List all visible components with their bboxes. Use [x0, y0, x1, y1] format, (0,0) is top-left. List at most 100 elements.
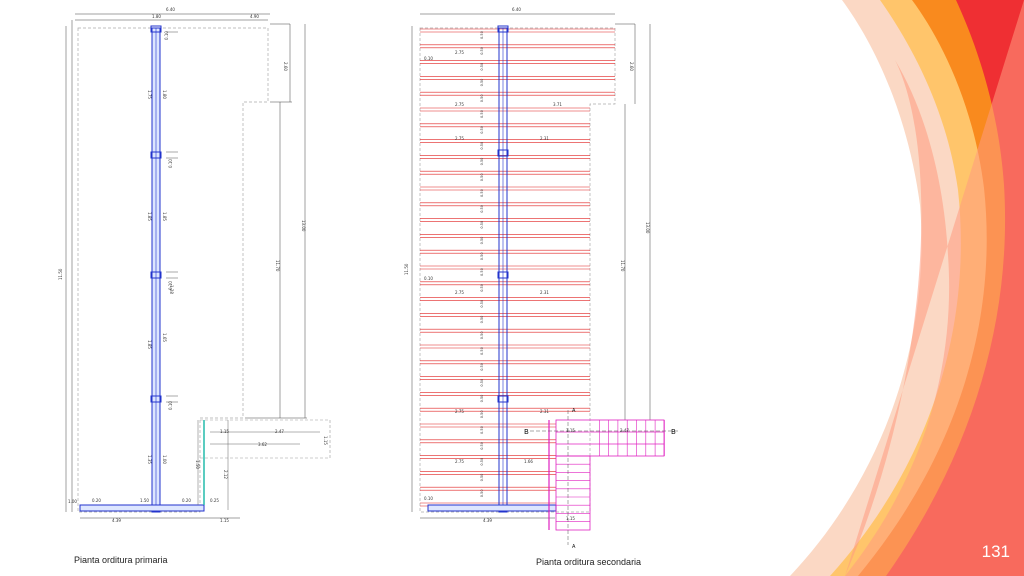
dim-label: 0.10	[168, 281, 173, 290]
joist-spacing-label: 0.50	[480, 126, 484, 134]
joist-spacing-label: 0.50	[480, 237, 484, 245]
dim-label: 2.47	[620, 428, 629, 433]
dim-label: 11.50	[58, 268, 63, 280]
dim-label: 1.66	[524, 459, 533, 464]
joist-spacing-label: 0.50	[480, 426, 484, 434]
dim-label: 0.10	[424, 56, 433, 61]
left-plan-labels: 6.40 1.80 4.90 2.60 11.50 13.00 11.70 1.…	[58, 7, 328, 523]
joist-spacing-label: 0.50	[480, 47, 484, 55]
joist-spacing-label: 0.50	[480, 94, 484, 102]
dim-label: 1.75	[147, 90, 152, 99]
dim-label: 1.00	[68, 499, 77, 504]
dim-label: 13.00	[645, 222, 650, 234]
section-label: B	[671, 428, 676, 436]
dim-label: 0.10	[168, 159, 173, 168]
dim-label: 1.85	[147, 340, 152, 349]
dim-label: 1.15	[566, 428, 575, 433]
dim-label: 1.50	[195, 460, 200, 469]
dim-label: 2.60	[629, 62, 634, 71]
dim-label: 3.62	[258, 442, 267, 447]
dim-label: 0.10	[424, 496, 433, 501]
joist-spacing-label: 0.50	[480, 79, 484, 87]
dim-label: 4.39	[483, 518, 492, 523]
dim-label: 1.15	[220, 429, 229, 434]
section-label: A	[572, 544, 576, 550]
dim-label: 0.25	[210, 498, 219, 503]
dim-label: 2.60	[283, 62, 288, 71]
joist-spacing-label: 0.50	[480, 221, 484, 229]
joist-spacing-label: 0.50	[480, 379, 484, 387]
dim-label: 0.10	[424, 276, 433, 281]
dim-label: 1.85	[147, 212, 152, 221]
dim-label: 0.20	[92, 498, 101, 503]
joist-group	[420, 28, 615, 507]
joist-spacing-label: 0.50	[480, 63, 484, 71]
joist-spacing-label: 0.50	[480, 173, 484, 181]
joist-spacing-label: 0.50	[480, 442, 484, 450]
dim-label: 2.75	[455, 50, 464, 55]
joist-spacing-labels: 0.50 0.50 0.50 0.50 0.50 0.50 0.50 0.50 0.50 0.50…	[480, 31, 484, 497]
right-plan-labels: 6.40 2.60 11.50 13.00 11.70 2.75 0.10 2.…	[404, 7, 650, 523]
dim-label: 1.80	[152, 14, 161, 19]
dim-label: 2.31	[540, 409, 549, 414]
dim-label: 0.20	[182, 498, 191, 503]
joist-spacing-label: 0.50	[480, 363, 484, 371]
dim-label: 3.71	[553, 102, 562, 107]
dim-label: 0.10	[164, 31, 169, 40]
joist-spacing-label: 0.50	[480, 189, 484, 197]
dim-label: 0.10	[168, 401, 173, 410]
dim-label: 2.75	[455, 102, 464, 107]
joist-spacing-label: 0.50	[480, 142, 484, 150]
right-plan-caption: Pianta orditura secondaria	[536, 557, 642, 567]
dim-label: 1.00	[162, 455, 167, 464]
joist-spacing-label: 0.50	[480, 347, 484, 355]
joist-spacing-label: 0.50	[480, 268, 484, 276]
right-floor-plan	[411, 13, 680, 545]
left-floor-plan	[65, 13, 331, 519]
dim-label: 1.15	[566, 516, 575, 521]
section-label: A	[572, 408, 576, 414]
dim-label: 2.75	[455, 290, 464, 295]
dim-label: 11.70	[620, 260, 625, 272]
joist-spacing-label: 0.50	[480, 474, 484, 482]
dim-label: 11.70	[275, 260, 280, 272]
section-label: B	[524, 428, 529, 436]
joist-spacing-label: 0.50	[480, 110, 484, 118]
dim-label: 2.75	[455, 409, 464, 414]
joist-spacing-label: 0.50	[480, 284, 484, 292]
dim-label: 2.31	[540, 290, 549, 295]
dim-label: 13.00	[301, 220, 306, 232]
joist-spacing-label: 0.50	[480, 205, 484, 213]
dim-label: 1.15	[323, 436, 328, 445]
left-plan-caption: Pianta orditura primaria	[74, 555, 168, 565]
dim-label: 1.50	[140, 498, 149, 503]
dim-label: 11.50	[404, 263, 409, 275]
dim-label: 2.31	[540, 136, 549, 141]
joist-spacing-label: 0.50	[480, 316, 484, 324]
joist-spacing-label: 0.50	[480, 252, 484, 260]
dim-label: 4.90	[250, 14, 259, 19]
joist-spacing-label: 0.50	[480, 158, 484, 166]
decorative-swoosh	[790, 0, 1024, 576]
page-number: 131	[981, 542, 1010, 561]
dim-label: 4.39	[112, 518, 121, 523]
joist-spacing-label: 0.50	[480, 395, 484, 403]
section-markers: B B A A	[524, 408, 676, 550]
slide-canvas: 6.40 1.80 4.90 2.60 11.50 13.00 11.70 1.…	[58, 0, 1024, 576]
joist-spacing-label: 0.50	[480, 300, 484, 308]
dim-label: 6.40	[512, 7, 521, 12]
dim-label: 2.75	[455, 136, 464, 141]
dim-label: 1.35	[147, 455, 152, 464]
dim-label: 1.85	[162, 212, 167, 221]
dim-label: 1.65	[162, 333, 167, 342]
joist-spacing-label: 0.50	[480, 410, 484, 418]
joist-spacing-label: 0.50	[480, 458, 484, 466]
joist-spacing-label: 0.50	[480, 331, 484, 339]
dim-label: 1.80	[162, 90, 167, 99]
dim-label: 2.75	[455, 459, 464, 464]
joist-spacing-label: 0.50	[480, 489, 484, 497]
dim-label: 2.12	[223, 470, 228, 479]
joist-spacing-label: 0.50	[480, 31, 484, 39]
dim-label: 2.47	[275, 429, 284, 434]
dim-label: 1.15	[220, 518, 229, 523]
